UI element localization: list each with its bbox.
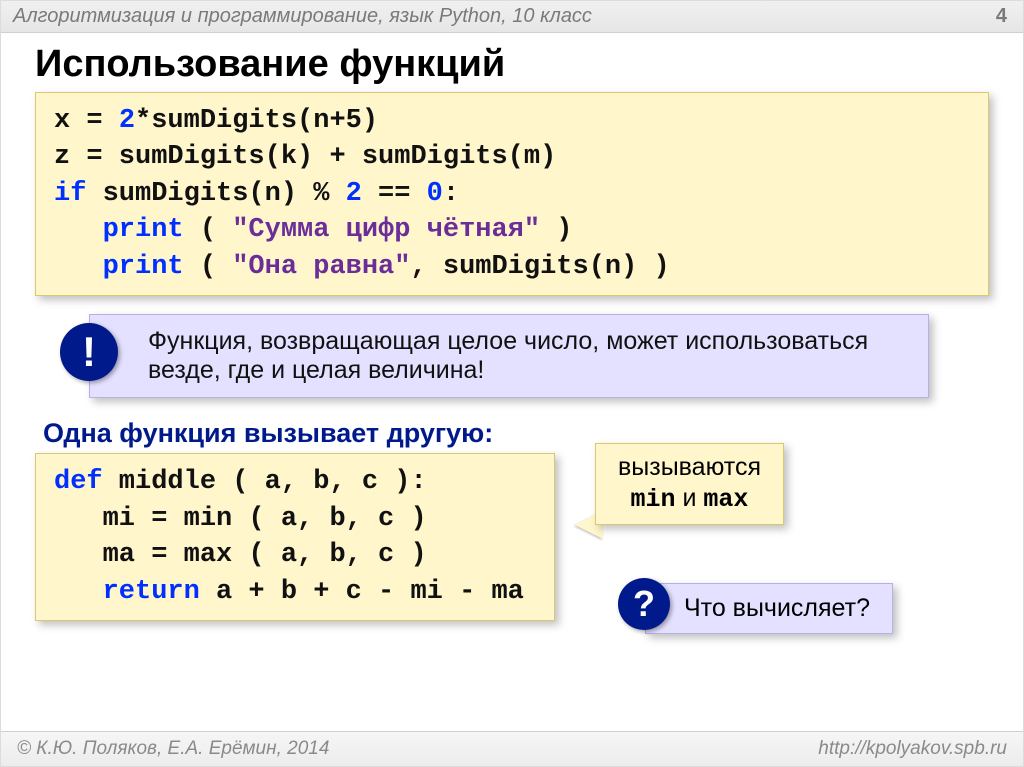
footer-bar: © К.Ю. Поляков, Е.А. Ерёмин, 2014 http:/… <box>1 731 1023 766</box>
info-note: ! Функция, возвращающая целое число, мож… <box>89 314 929 398</box>
header-bar: Алгоритмизация и программирование, язык … <box>1 1 1023 33</box>
code-block-1: x = 2*sumDigits(n+5) z = sumDigits(k) + … <box>35 92 989 296</box>
code-block-2: def middle ( a, b, c ): mi = min ( a, b,… <box>35 453 555 621</box>
page-title: Использование функций <box>35 43 1023 86</box>
info-text: Функция, возвращающая целое число, может… <box>148 327 868 384</box>
course-title: Алгоритмизация и программирование, язык … <box>13 5 592 28</box>
subheading: Одна функция вызывает другую: <box>43 418 989 449</box>
callout-line1: вызываются <box>618 452 761 483</box>
footer-url: http://kpolyakov.spb.ru <box>818 738 1007 760</box>
question-note: ? Что вычисляет? <box>645 583 893 634</box>
question-text: Что вычисляет? <box>684 594 870 622</box>
callout-line2: min и max <box>618 483 761 515</box>
footer-authors: © К.Ю. Поляков, Е.А. Ерёмин, 2014 <box>17 738 329 760</box>
callout-note: вызываются min и max <box>595 443 784 525</box>
question-icon: ? <box>618 578 670 630</box>
exclamation-icon: ! <box>60 323 118 381</box>
lower-section: def middle ( a, b, c ): mi = min ( a, b,… <box>35 453 989 621</box>
page-number: 4 <box>996 5 1007 28</box>
